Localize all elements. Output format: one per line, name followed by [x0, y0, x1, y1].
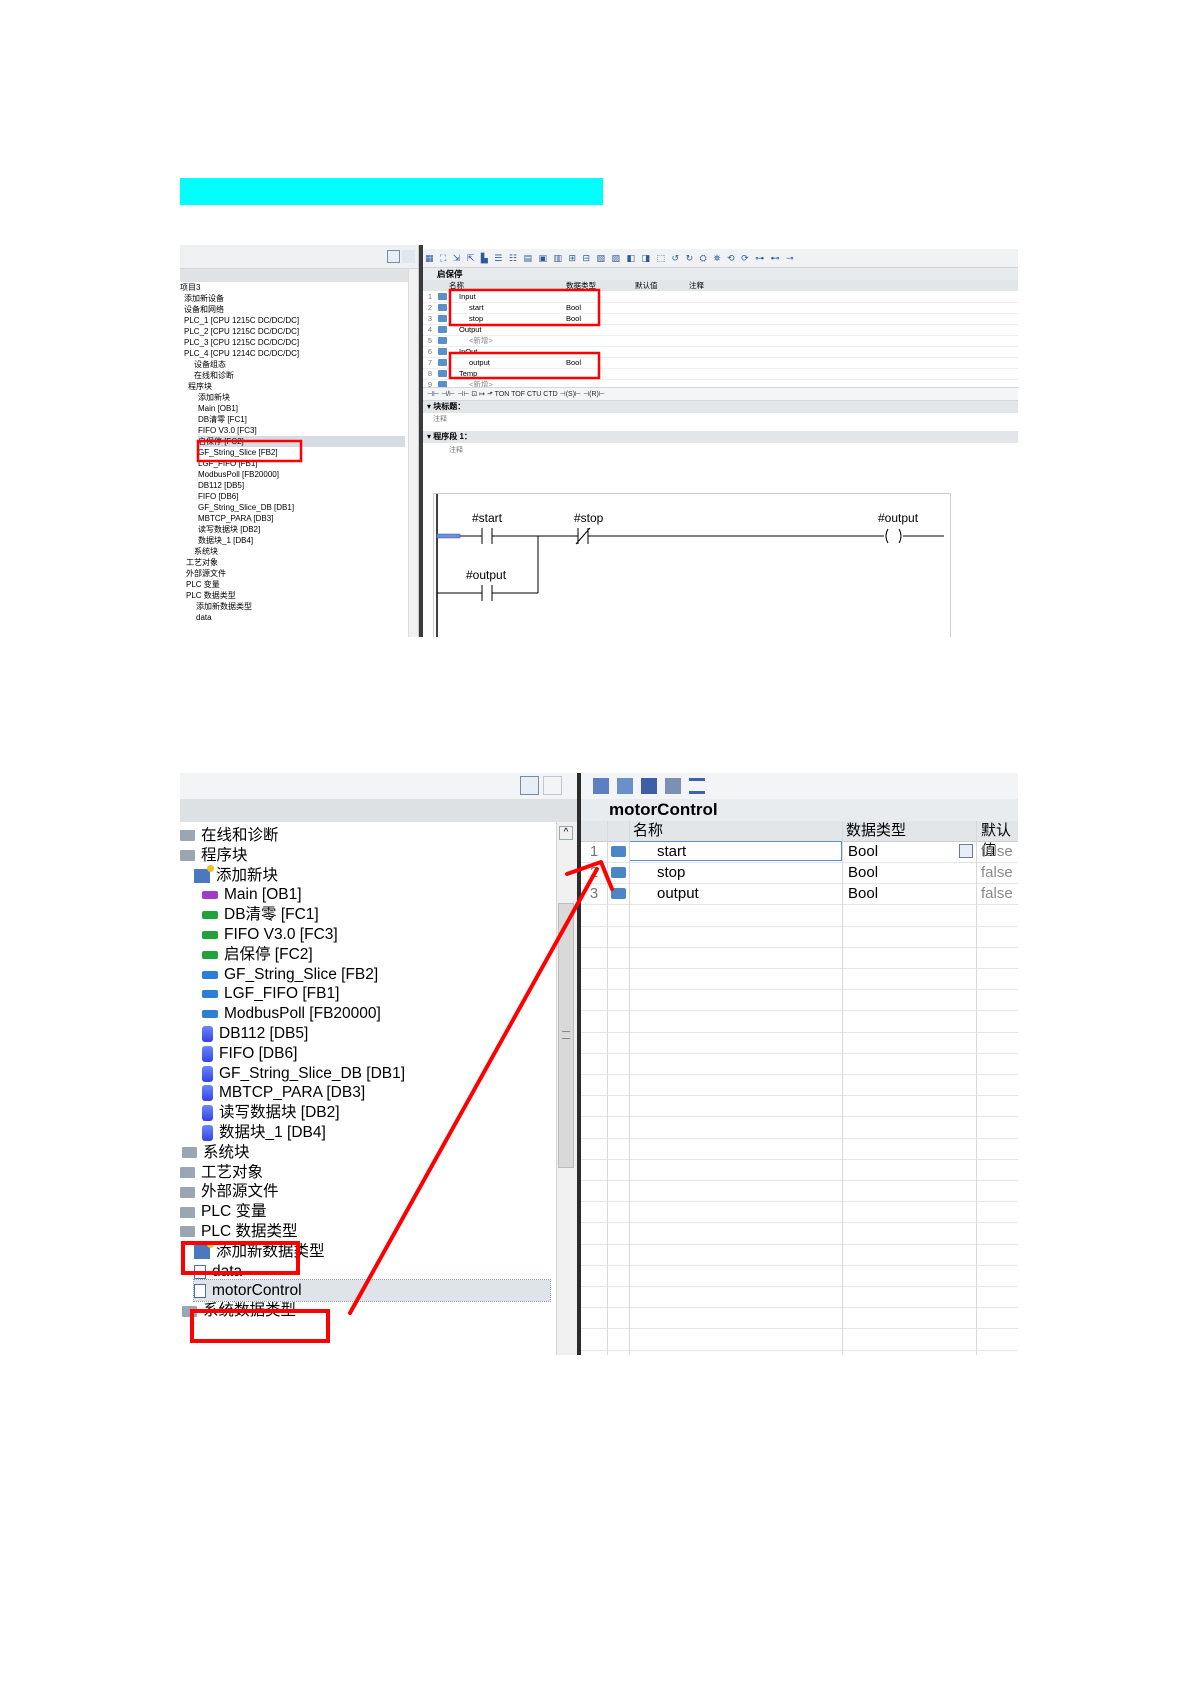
screenshot-udt-interface: 项目3 添加新设备 设备和网络 PLC_1 [CPU 1215C DC/DC/DC] P…: [180, 245, 1018, 637]
annotation-overlay-1: [196, 288, 601, 463]
highlight-box-motorcontrol: [190, 1309, 330, 1343]
screenshot-plc-data-type: 在线和诊断 程序块 添加新块 Main [OB1] DB清零 [FC1] FIFO V3.…: [180, 773, 1018, 1355]
highlight-box-input: [448, 288, 601, 327]
highlight-box-fc2: [196, 439, 303, 463]
annotation-overlay-2: [181, 860, 614, 1343]
highlight-bar: [180, 178, 603, 205]
arrow-line: [348, 867, 599, 1315]
highlight-box-plc-data-type: [181, 1241, 300, 1275]
highlight-box-inout: [448, 351, 601, 380]
